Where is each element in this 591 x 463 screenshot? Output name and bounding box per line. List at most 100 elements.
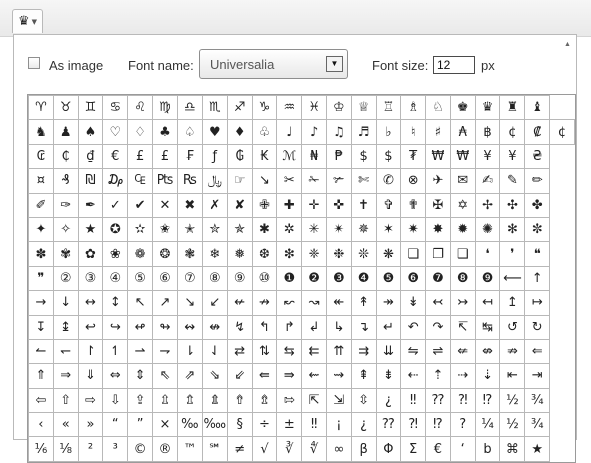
character-cell[interactable]: ₭ (251, 143, 278, 170)
character-cell[interactable]: ❆ (251, 241, 278, 267)
character-cell[interactable]: ₣ (176, 143, 203, 170)
character-cell[interactable]: ❉ (325, 241, 352, 267)
character-cell[interactable]: ✃ (325, 168, 352, 194)
font-name-select[interactable]: Universalia ▼ (199, 49, 348, 79)
scroll-up-icon[interactable]: ▲ (564, 41, 571, 48)
character-cell[interactable]: ✑ (52, 192, 79, 218)
character-cell[interactable]: ❃ (176, 241, 203, 267)
character-cell[interactable]: ⇖ (152, 363, 178, 389)
character-cell[interactable]: ¿ (375, 387, 402, 414)
character-cell[interactable]: ⑩ (251, 265, 278, 292)
character-cell[interactable]: ✬ (152, 216, 178, 243)
character-cell[interactable]: ✯ (226, 216, 253, 243)
character-cell[interactable]: ↳ (325, 314, 352, 340)
character-cell[interactable]: ✻ (499, 216, 526, 243)
character-cell[interactable]: ♐ (226, 94, 253, 121)
character-cell[interactable]: ✵ (350, 216, 377, 243)
character-cell[interactable]: ½ (499, 387, 526, 414)
character-cell[interactable]: ₰ (52, 168, 79, 194)
character-cell[interactable]: ✟ (400, 192, 427, 218)
character-cell[interactable]: © (127, 436, 154, 462)
character-cell[interactable]: ² (77, 436, 104, 462)
character-cell[interactable]: ♑ (251, 94, 278, 121)
character-cell[interactable]: ✤ (524, 192, 551, 218)
character-cell[interactable]: ✣ (499, 192, 526, 218)
character-cell[interactable]: ↘ (176, 290, 203, 316)
character-cell[interactable]: ⇈ (325, 338, 352, 365)
character-cell[interactable]: ✍ (474, 168, 501, 194)
character-cell[interactable]: ❋ (375, 241, 402, 267)
character-cell[interactable]: Σ (400, 436, 427, 462)
character-cell[interactable]: ↞ (325, 290, 352, 316)
character-cell[interactable]: ✿ (77, 241, 104, 267)
character-cell[interactable]: ↟ (350, 290, 377, 316)
character-cell[interactable]: ♟ (52, 119, 79, 145)
character-cell[interactable]: ♏ (201, 94, 228, 121)
character-cell[interactable]: ⇲ (325, 387, 352, 414)
character-cell[interactable]: ↑ (524, 265, 551, 292)
character-cell[interactable]: ✝ (350, 192, 377, 218)
character-cell[interactable]: ♘ (425, 94, 451, 121)
character-cell[interactable]: ₧ (152, 168, 178, 194)
character-cell[interactable]: ✼ (524, 216, 551, 243)
character-cell[interactable]: € (425, 436, 451, 462)
character-cell[interactable]: ℠ (201, 436, 228, 462)
character-cell[interactable]: ⇘ (201, 363, 228, 389)
character-cell[interactable]: ↗ (152, 290, 178, 316)
character-cell[interactable]: ✭ (176, 216, 203, 243)
character-cell[interactable]: ½ (499, 412, 526, 438)
character-cell[interactable]: $ (375, 143, 402, 170)
character-cell[interactable]: ⇓ (77, 363, 104, 389)
character-cell[interactable]: ② (52, 265, 79, 292)
character-cell[interactable]: ♮ (400, 119, 427, 145)
character-cell[interactable]: ❈ (301, 241, 327, 267)
character-cell[interactable]: ⇅ (251, 338, 278, 365)
character-cell[interactable]: ☞ (226, 168, 253, 194)
character-cell[interactable]: ❻ (400, 265, 427, 292)
character-cell[interactable]: ฿ (474, 119, 501, 145)
character-cell[interactable]: £ (152, 143, 178, 170)
character-cell[interactable]: ↨ (52, 314, 79, 340)
character-cell[interactable]: ❹ (350, 265, 377, 292)
character-cell[interactable]: ⇭ (201, 387, 228, 414)
character-cell[interactable]: ↚ (226, 290, 253, 316)
character-cell[interactable]: ❁ (127, 241, 154, 267)
character-cell[interactable]: ↘ (251, 168, 278, 194)
character-cell[interactable]: ✦ (28, 216, 54, 243)
character-cell[interactable]: ⇊ (375, 338, 402, 365)
character-cell[interactable]: ₡ (524, 119, 551, 145)
character-cell[interactable]: ↶ (400, 314, 427, 340)
character-cell[interactable]: ⑦ (176, 265, 203, 292)
character-cell[interactable]: ⁈ (400, 412, 427, 438)
character-cell[interactable]: ♈ (28, 94, 54, 121)
character-cell[interactable]: ✗ (201, 192, 228, 218)
character-cell[interactable]: ¤ (28, 168, 54, 194)
character-cell[interactable]: ↕ (102, 290, 129, 316)
character-cell[interactable]: ↩ (77, 314, 104, 340)
character-cell[interactable]: ✫ (127, 216, 154, 243)
character-cell[interactable]: ✠ (425, 192, 451, 218)
character-cell[interactable]: ⁉ (425, 412, 451, 438)
character-cell[interactable]: ↼ (28, 338, 54, 365)
character-cell[interactable]: ↪ (102, 314, 129, 340)
character-cell[interactable]: ✴ (325, 216, 352, 243)
character-cell[interactable]: ⇐ (524, 338, 551, 365)
character-cell[interactable]: ⅛ (52, 436, 79, 462)
dropdown-arrow-icon[interactable]: ▼ (326, 56, 343, 72)
character-cell[interactable]: ↦ (524, 290, 551, 316)
character-cell[interactable]: ⇢ (449, 363, 476, 389)
character-cell[interactable]: ✔ (127, 192, 154, 218)
character-cell[interactable]: ₮ (400, 143, 427, 170)
character-cell[interactable]: ♍ (152, 94, 178, 121)
character-cell[interactable]: ♎ (176, 94, 203, 121)
character-cell[interactable]: ♣ (152, 119, 178, 145)
character-cell[interactable]: ↤ (474, 290, 501, 316)
character-cell[interactable]: ↸ (449, 314, 476, 340)
character-cell[interactable]: ⇎ (474, 338, 501, 365)
character-cell[interactable]: ? (449, 412, 476, 438)
character-cell[interactable]: ↥ (499, 290, 526, 316)
character-cell[interactable]: ✹ (449, 216, 476, 243)
character-cell[interactable]: ‰ (176, 412, 203, 438)
character-cell[interactable]: ♞ (28, 119, 54, 145)
character-cell[interactable]: £ (127, 143, 154, 170)
